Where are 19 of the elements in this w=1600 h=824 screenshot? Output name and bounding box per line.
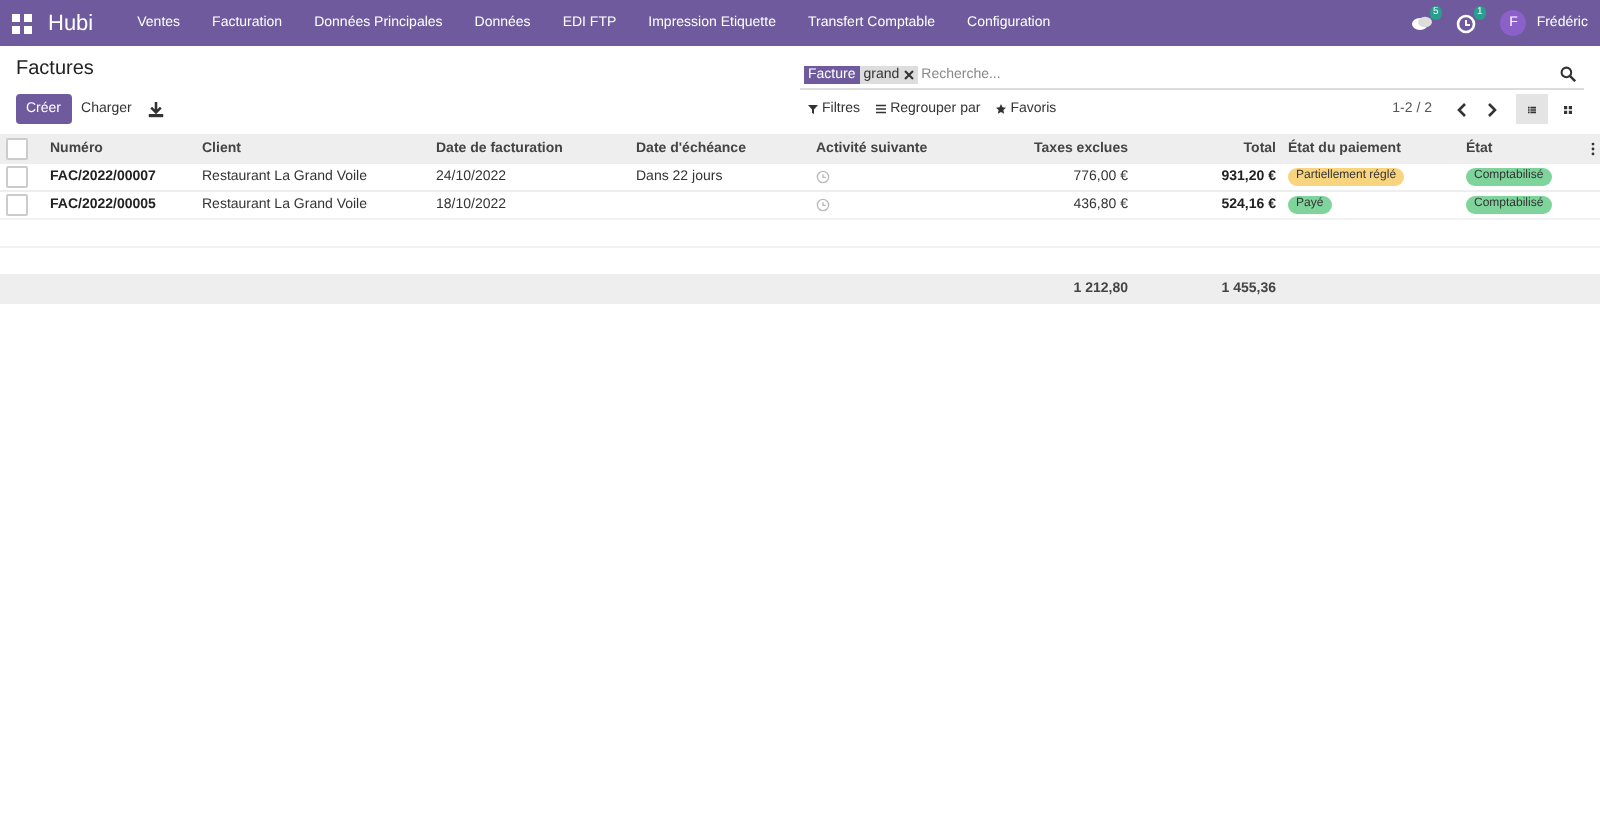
- app-name: Hubi: [48, 11, 94, 35]
- row-checkbox[interactable]: [6, 166, 28, 188]
- list-view-button[interactable]: [1516, 94, 1548, 124]
- search-icon[interactable]: [1560, 66, 1576, 82]
- select-all-checkbox[interactable]: [6, 138, 28, 160]
- filter-icon: [808, 104, 818, 114]
- list-icon: [1528, 101, 1536, 117]
- next-icon[interactable]: [1482, 99, 1502, 119]
- list-icon: [876, 104, 887, 114]
- apps-menu-icon[interactable]: [12, 13, 32, 33]
- close-icon[interactable]: [903, 69, 914, 79]
- download-icon[interactable]: [147, 101, 164, 117]
- grid-icon: [1564, 101, 1572, 117]
- row-checkbox[interactable]: [6, 194, 28, 216]
- previous-icon[interactable]: [1452, 99, 1472, 119]
- more-options-icon[interactable]: [1586, 142, 1600, 156]
- page-title: Factures: [16, 56, 96, 84]
- chat-icon[interactable]: [1412, 13, 1433, 33]
- star-icon: [996, 104, 1007, 114]
